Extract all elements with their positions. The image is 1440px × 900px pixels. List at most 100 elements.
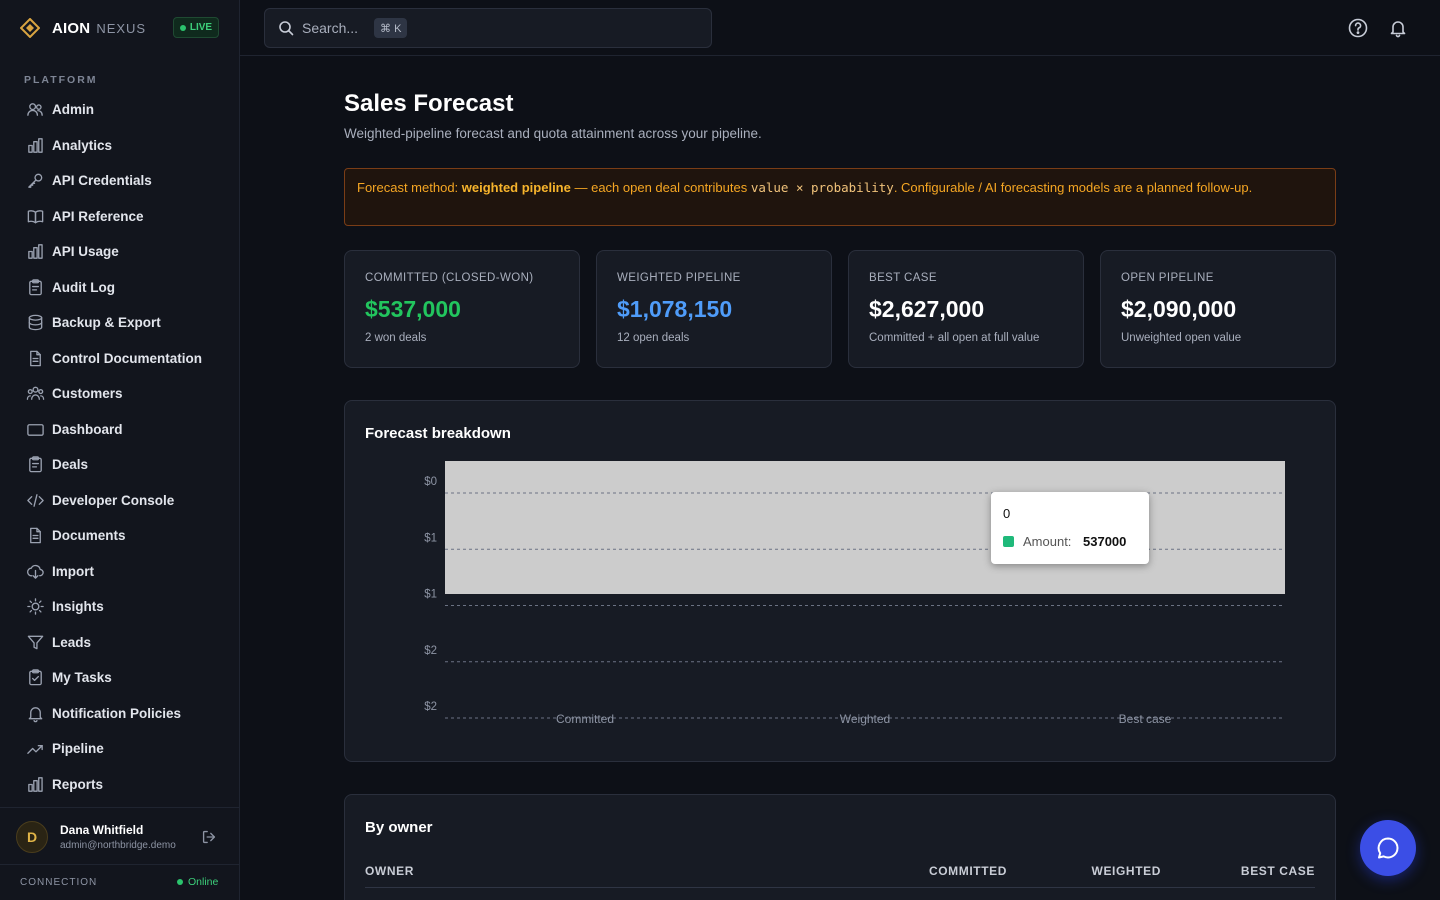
users-icon [27,103,43,117]
sidebar-item-analytics[interactable]: Analytics [0,128,239,164]
key-icon [28,173,43,189]
stat-card-note: 2 won deals [365,332,427,344]
help-icon[interactable] [1348,18,1368,38]
sidebar-item-label: My Tasks [52,670,112,686]
stat-card-best-case: Best case $2,627,000 Committed + all open … [848,250,1084,368]
sidebar-item-label: Documents [52,528,126,544]
logo-icon [20,18,40,38]
tooltip-label: 0 [1003,506,1011,521]
column-header-owner[interactable]: OWNER [365,864,414,878]
stat-card-value: $2,627,000 [869,296,985,322]
by-owner-panel: By owner OWNER COMMITTED WEIGHTED BEST C… [344,794,1336,900]
clipboard-icon [29,456,42,473]
status-dot-icon [177,879,183,885]
sidebar-item-my-tasks[interactable]: My Tasks [0,660,239,696]
sidebar-item-backup-export[interactable]: Backup & Export [0,305,239,341]
sidebar-item-label: API Usage [52,244,119,260]
trend-icon [27,745,43,755]
sidebar-nav: Admin Analytics API Credentials API Referen… [0,92,239,802]
bell-icon [28,706,43,723]
sidebar-item-documents[interactable]: Documents [0,518,239,554]
sidebar-item-api-usage[interactable]: API Usage [0,234,239,270]
avatar[interactable]: D [16,821,48,853]
connection-label: CONNECTION [20,877,98,888]
sidebar-item-customers[interactable]: Customers [0,376,239,412]
sidebar-item-audit-log[interactable]: Audit Log [0,270,239,306]
search-input[interactable]: Search... ⌘ K [264,8,712,48]
bell-icon[interactable] [1388,18,1408,38]
sidebar-item-label: Notification Policies [52,705,182,721]
database-icon [28,314,43,331]
sidebar-item-label: Deals [52,457,89,473]
sidebar-item-dashboard[interactable]: Dashboard [0,412,239,448]
group-icon [26,386,45,401]
x-tick-label: Weighted [840,712,890,726]
column-header-best-case[interactable]: BEST CASE [1241,864,1315,878]
cloud-download-icon [27,564,44,579]
chat-icon [1377,837,1399,859]
column-header-weighted[interactable]: WEIGHTED [1092,864,1161,878]
connection-status: Online [177,876,218,888]
sidebar-item-control-documentation[interactable]: Control Documentation [0,341,239,377]
sidebar-item-pipeline[interactable]: Pipeline [0,731,239,767]
notice-middle: — each open deal contributes [570,180,751,195]
sidebar-item-label: Analytics [52,137,113,153]
stat-card-label: Committed (closed-won) [365,272,534,284]
table-divider [365,887,1315,888]
x-tick-label: Best case [1119,712,1172,726]
column-header-committed[interactable]: COMMITTED [929,864,1007,878]
stat-card-value: $2,090,000 [1121,296,1237,322]
search-shortcut: ⌘ K [374,18,408,38]
lightbulb-icon [27,598,44,616]
stat-card-label: Weighted pipeline [617,272,741,284]
stat-card-label: Open pipeline [1121,272,1214,284]
section-label: PLATFORM [24,74,98,86]
sidebar-item-reports[interactable]: Reports [0,767,239,803]
notice-prefix: Forecast method: [357,180,462,195]
sidebar-item-developer-console[interactable]: Developer Console [0,483,239,519]
sidebar-item-api-credentials[interactable]: API Credentials [0,163,239,199]
logout-icon[interactable] [200,828,218,846]
sidebar: AION NEXUS LIVE PLATFORM Admin Analytics A… [0,0,240,900]
forecast-breakdown-panel: Forecast breakdown $0 $1 $1 $2 $2 Committed We… [344,400,1336,762]
forecast-method-notice: Forecast method: weighted pipeline — eac… [344,168,1336,226]
book-icon [27,209,44,224]
hover-band [445,461,1285,594]
user-name: Dana Whitfield [60,823,144,837]
live-badge: LIVE [173,17,219,38]
notice-formula: value × probability [750,180,894,195]
sidebar-item-label: Admin [52,102,94,118]
sidebar-item-label: Audit Log [52,279,115,295]
brand[interactable]: AION NEXUS [20,17,146,39]
forecast-chart[interactable]: $0 $1 $1 $2 $2 Committed Weighted Best case [345,401,1335,761]
sidebar-item-deals[interactable]: Deals [0,447,239,483]
notice-method: weighted pipeline [461,180,571,195]
clipboard-icon [29,278,42,296]
y-tick-label: $1 [424,589,437,601]
monitor-icon [27,423,44,436]
live-dot-icon [179,24,186,31]
sidebar-item-leads[interactable]: Leads [0,625,239,661]
user-block: D Dana Whitfield admin@northbridge.demo [0,807,239,865]
y-tick-label: $2 [424,645,437,657]
page-subtitle: Weighted-pipeline forecast and quota att… [344,126,762,141]
sidebar-item-api-reference[interactable]: API Reference [0,199,239,235]
sidebar-item-label: Backup & Export [52,315,161,331]
search-icon [279,21,294,36]
notice-suffix: . Configurable / AI forecasting models a… [893,180,1253,195]
sidebar-item-admin[interactable]: Admin [0,92,239,128]
stat-card-note: Unweighted open value [1121,332,1242,344]
sidebar-item-label: Pipeline [52,741,104,757]
bar-chart-icon [28,244,43,260]
stat-card-open-pipeline: Open pipeline $2,090,000 Unweighted open v… [1100,250,1336,368]
x-tick-label: Committed [556,712,614,726]
stat-card-committed-closed-won: Committed (closed-won) $537,000 2 won deal… [344,250,580,368]
sidebar-item-import[interactable]: Import [0,554,239,590]
chat-button[interactable] [1360,820,1416,876]
code-icon [27,493,44,507]
bar-chart-icon [28,776,43,792]
sidebar-item-insights[interactable]: Insights [0,589,239,625]
sidebar-item-label: Dashboard [52,421,123,437]
brand-subtitle: NEXUS [96,20,147,36]
sidebar-item-notification-policies[interactable]: Notification Policies [0,696,239,732]
